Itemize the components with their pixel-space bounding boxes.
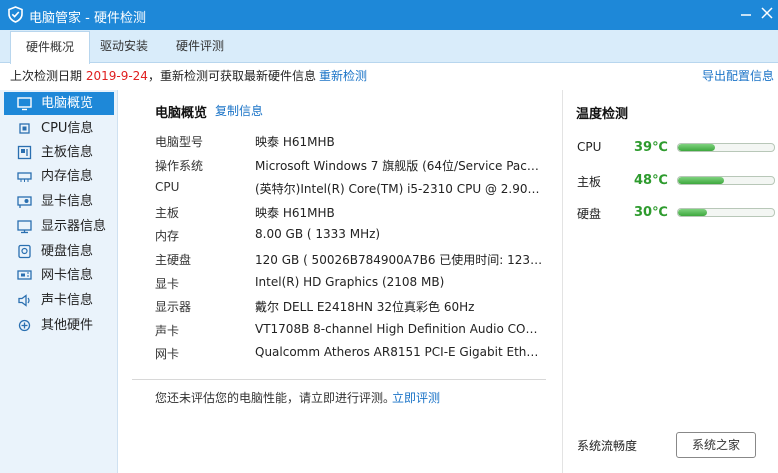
sidebar-item-label: 硬盘信息 (41, 244, 94, 259)
sidebar-item-graphics-info[interactable]: 显卡信息 (4, 190, 114, 213)
temp-name-disk: 硬盘 (577, 207, 602, 221)
spec-value-network: Qualcomm Atheros AR8151 PCI-E Gigabit Et… (255, 345, 545, 359)
evaluate-now-link[interactable]: 立即评测 (392, 389, 440, 406)
temperature-title: 温度检测 (576, 107, 629, 122)
spec-label-network: 网卡 (155, 347, 180, 361)
spec-value-display: 戴尔 DELL E2418HN 32位真彩色 60Hz (255, 300, 475, 314)
spec-label-display: 显示器 (155, 300, 192, 314)
divider (132, 379, 546, 380)
temperature-panel: 温度检测 CPU 39℃ 主板 48℃ 硬盘 30℃ (563, 90, 778, 473)
graphics-card-icon (17, 196, 32, 208)
sidebar-item-label: 主板信息 (41, 145, 94, 160)
tab-driver-install[interactable]: 驱动安装 (92, 30, 156, 62)
sidebar-item-computer-overview[interactable]: 电脑概览 (4, 92, 114, 115)
spec-label-cpu: CPU (155, 180, 180, 194)
sidebar-item-label: 声卡信息 (41, 293, 94, 308)
last-check-label: 上次检测日期 (10, 69, 86, 83)
sidebar: 电脑概览 CPU信息 主板信息 内存信息 显卡信息 显示器信息 硬盘信息 网卡信… (0, 90, 118, 473)
temp-bar-motherboard (677, 176, 775, 185)
spec-label-memory: 内存 (155, 229, 180, 243)
temp-name-cpu: CPU (577, 140, 602, 154)
spec-value-sound: VT1708B 8-channel High Definition Audio … (255, 322, 545, 336)
network-card-icon (17, 270, 32, 280)
spec-label-graphics: 显卡 (155, 277, 180, 291)
spec-value-graphics: Intel(R) HD Graphics (2108 MB) (255, 275, 445, 289)
recheck-link[interactable]: 重新检测 (319, 63, 367, 90)
sound-card-icon (18, 294, 30, 307)
temp-bar-disk (677, 208, 775, 217)
sidebar-item-network-card-info[interactable]: 网卡信息 (4, 264, 114, 287)
spec-label-main-disk: 主硬盘 (155, 253, 192, 267)
system-fluency-label: 系统流畅度 (577, 439, 638, 453)
spec-value-model: 映泰 H61MHB (255, 135, 335, 149)
window-title: 电脑管家 - 硬件检测 (29, 11, 146, 26)
sidebar-item-motherboard-info[interactable]: 主板信息 (4, 141, 114, 164)
copy-info-link[interactable]: 复制信息 (215, 102, 263, 119)
watermark-logo: 系统之家 (676, 432, 756, 458)
spec-value-memory: 8.00 GB ( 1333 MHz) (255, 227, 381, 241)
spec-label-model: 电脑型号 (155, 135, 204, 149)
sidebar-item-label: 网卡信息 (41, 268, 94, 283)
close-icon[interactable] (760, 6, 774, 20)
minimize-icon[interactable] (738, 4, 754, 20)
temp-name-motherboard: 主板 (577, 175, 602, 189)
shield-logo-icon (8, 6, 23, 23)
title-bar: 电脑管家 - 硬件检测 (0, 0, 778, 30)
evaluation-note: 您还未评估您的电脑性能，请立即进行评测。 (155, 391, 396, 405)
sidebar-item-sound-card-info[interactable]: 声卡信息 (4, 289, 114, 312)
detection-info-row: 上次检测日期 2019-9-24，重新检测可获取最新硬件信息 重新检测 导出配置… (0, 63, 778, 90)
display-icon (17, 220, 32, 234)
temp-fill-motherboard (678, 177, 725, 184)
spec-value-main-disk: 120 GB ( 50026B784900A7B6 已使用时间: 12362小.… (255, 253, 545, 267)
spec-value-motherboard: 映泰 H61MHB (255, 206, 335, 220)
recheck-hint: ，重新检测可获取最新硬件信息 (147, 69, 316, 83)
overview-panel: 电脑概览 复制信息 电脑型号 映泰 H61MHB 操作系统 Microsoft … (118, 90, 558, 473)
sidebar-item-label: 显示器信息 (41, 219, 107, 234)
hard-disk-icon (18, 244, 31, 259)
spec-value-os: Microsoft Windows 7 旗舰版 (64位/Service Pac… (255, 159, 545, 173)
sidebar-item-display-info[interactable]: 显示器信息 (4, 215, 114, 238)
tab-hardware-benchmark[interactable]: 硬件评测 (168, 30, 232, 62)
spec-label-motherboard: 主板 (155, 206, 180, 220)
motherboard-icon (17, 145, 32, 160)
overview-title: 电脑概览 (155, 106, 208, 121)
other-hardware-icon (18, 319, 31, 332)
temp-fill-cpu (678, 144, 716, 151)
memory-icon (17, 172, 32, 182)
temp-bar-cpu (677, 143, 775, 152)
sidebar-item-other-hardware[interactable]: 其他硬件 (4, 314, 114, 337)
temp-value-cpu: 39℃ (634, 140, 668, 155)
sidebar-item-label: 显卡信息 (41, 194, 94, 209)
tab-bar: 硬件概况 驱动安装 硬件评测 (0, 30, 778, 64)
temp-value-disk: 30℃ (634, 205, 668, 220)
temp-value-motherboard: 48℃ (634, 173, 668, 188)
sidebar-item-memory-info[interactable]: 内存信息 (4, 165, 114, 188)
sidebar-item-hard-disk-info[interactable]: 硬盘信息 (4, 240, 114, 263)
spec-label-sound: 声卡 (155, 324, 180, 338)
sidebar-item-label: 内存信息 (41, 169, 94, 184)
last-check-date: 2019-9-24 (85, 69, 148, 83)
sidebar-item-cpu-info[interactable]: CPU信息 (4, 117, 114, 140)
spec-label-os: 操作系统 (155, 159, 204, 173)
spec-value-cpu: (英特尔)Intel(R) Core(TM) i5-2310 CPU @ 2.9… (255, 182, 545, 196)
monitor-icon (17, 97, 32, 111)
tab-hardware-overview[interactable]: 硬件概况 (10, 31, 90, 64)
sidebar-item-label: 其他硬件 (41, 318, 94, 333)
sidebar-item-label: 电脑概览 (41, 96, 94, 111)
temp-fill-disk (678, 209, 707, 216)
export-config-link[interactable]: 导出配置信息 (702, 63, 774, 90)
sidebar-item-label: CPU信息 (41, 121, 94, 136)
cpu-icon (19, 123, 30, 134)
